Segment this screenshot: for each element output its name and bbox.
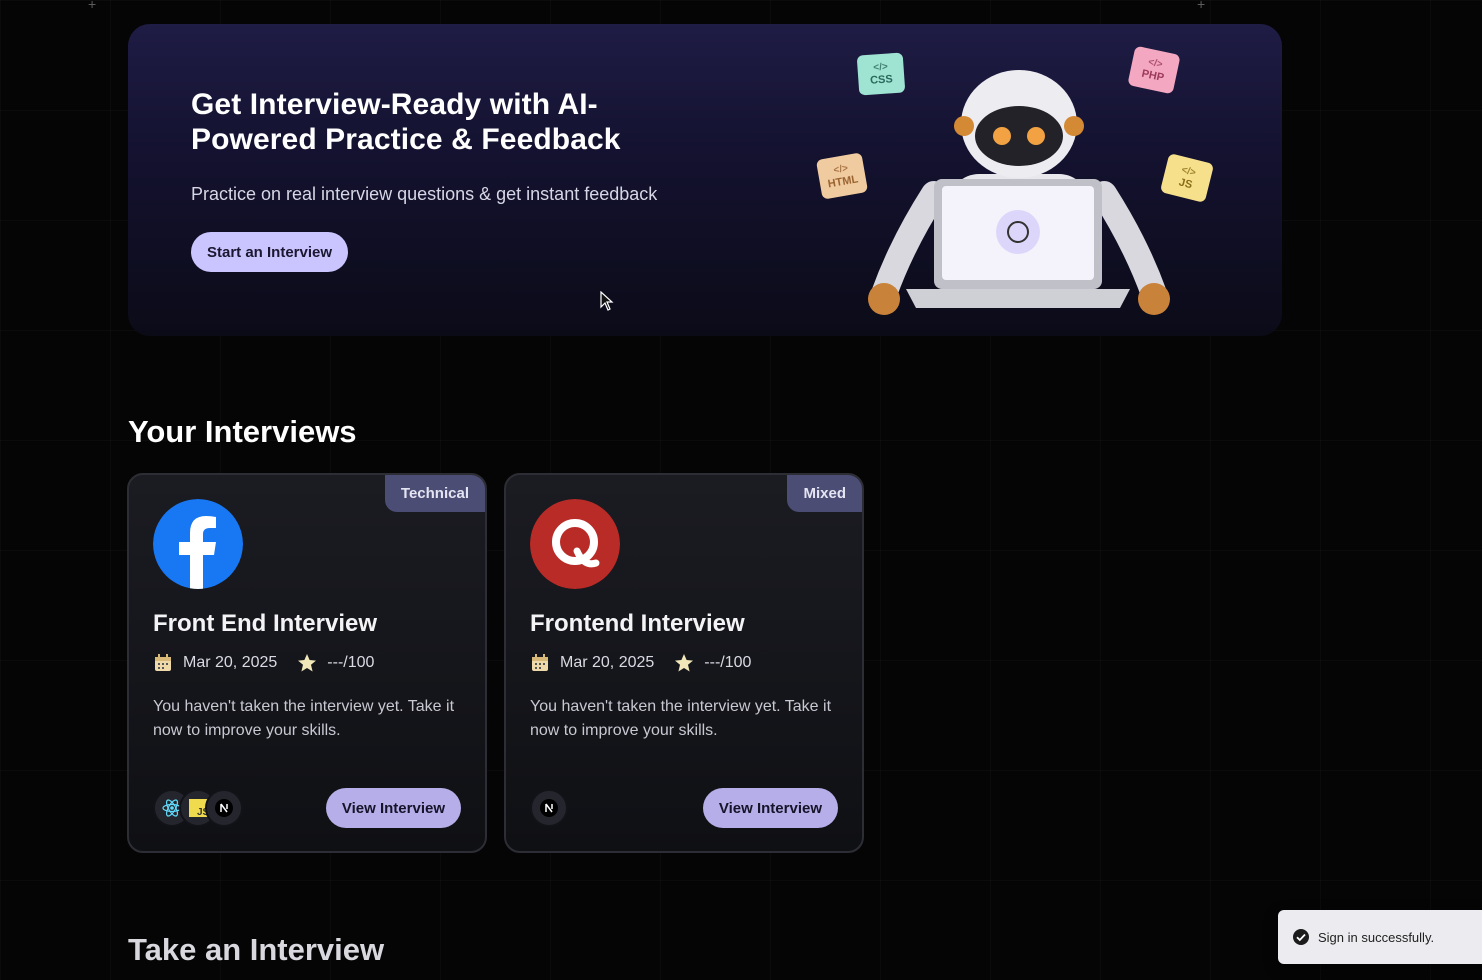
sparkle-icon: + xyxy=(88,0,97,12)
hero-banner: Get Interview-Ready with AI-Powered Prac… xyxy=(128,24,1282,336)
interview-description: You haven't taken the interview yet. Tak… xyxy=(153,698,455,739)
hero-title: Get Interview-Ready with AI-Powered Prac… xyxy=(191,88,621,156)
interview-meta: Mar 20, 2025 ---/100 xyxy=(530,653,751,673)
interview-description: You haven't taken the interview yet. Tak… xyxy=(530,698,832,739)
tech-stack xyxy=(530,789,568,827)
start-interview-button[interactable]: Start an Interview xyxy=(191,232,349,272)
toast-message: Sign in successfully. xyxy=(1318,929,1435,945)
calendar-icon xyxy=(155,654,171,671)
facebook-icon xyxy=(153,499,243,589)
hero-subtitle: Practice on real interview questions & g… xyxy=(191,184,658,204)
interview-score: ---/100 xyxy=(327,654,375,671)
interview-meta: Mar 20, 2025 ---/100 xyxy=(153,653,374,673)
check-circle-icon xyxy=(1293,929,1309,945)
interview-date: Mar 20, 2025 xyxy=(560,654,655,671)
view-interview-button[interactable]: View Interview xyxy=(325,788,461,828)
nextjs-icon xyxy=(205,789,243,827)
take-interview-title: Take an Interview xyxy=(128,932,385,967)
your-interviews-title: Your Interviews xyxy=(128,414,357,449)
interview-date: Mar 20, 2025 xyxy=(183,654,278,671)
interview-card: Mixed Frontend Interview Mar 20, 2025 --… xyxy=(504,473,864,853)
sparkle-icon: + xyxy=(1197,0,1206,12)
star-icon xyxy=(298,654,317,672)
interview-type-badge: Mixed xyxy=(787,475,862,512)
interview-title: Front End Interview xyxy=(153,610,378,637)
robot-svg xyxy=(868,70,1170,315)
tech-stack: JS xyxy=(153,789,243,827)
view-interview-button[interactable]: View Interview xyxy=(702,788,838,828)
toast-notification: Sign in successfully. xyxy=(1278,910,1482,964)
mouse-cursor-icon xyxy=(600,291,614,311)
interview-type-badge: Technical xyxy=(384,475,485,512)
calendar-icon xyxy=(532,654,548,671)
star-icon xyxy=(675,654,694,672)
nextjs-icon xyxy=(530,789,568,827)
interview-score: ---/100 xyxy=(704,654,752,671)
quora-icon xyxy=(530,499,620,589)
interview-title: Frontend Interview xyxy=(530,610,745,637)
interview-card: Technical Front End Interview Mar 20, 20… xyxy=(127,473,487,853)
robot-illustration: </> CSS </> PHP </> HTML </> JS xyxy=(814,44,1234,334)
